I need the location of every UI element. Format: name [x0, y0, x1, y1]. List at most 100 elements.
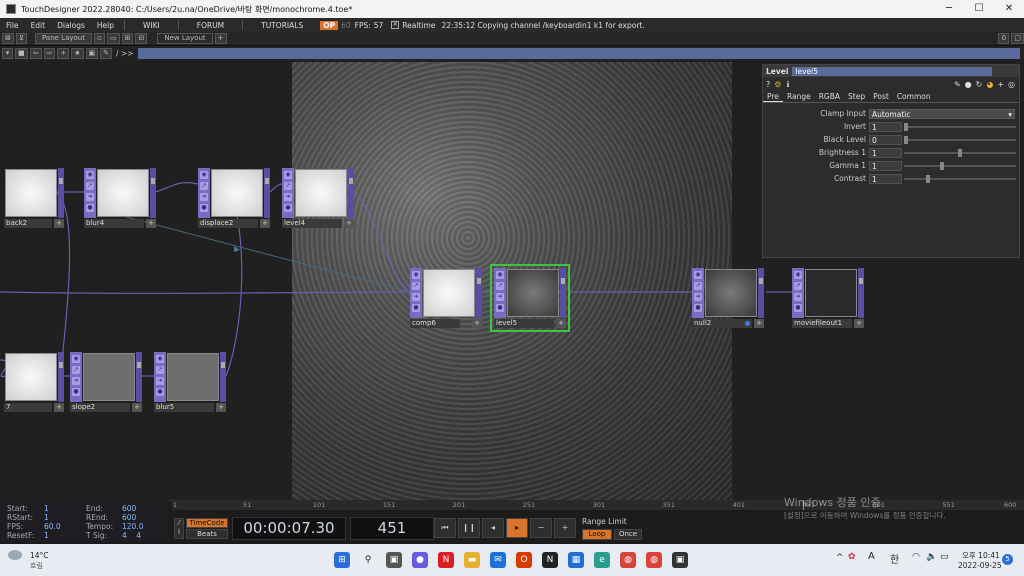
- tab-post[interactable]: Post: [869, 92, 893, 101]
- add-icon[interactable]: +: [57, 47, 70, 59]
- viewer-icon[interactable]: ◉: [794, 271, 802, 279]
- step-plus-icon[interactable]: +: [554, 518, 576, 538]
- edit-icon[interactable]: ✎: [100, 47, 113, 59]
- invert-field[interactable]: 1: [869, 121, 902, 132]
- node-plus-icon[interactable]: +: [216, 403, 226, 412]
- bypass-icon[interactable]: ↗: [200, 182, 208, 190]
- node-plus-icon[interactable]: +: [54, 403, 64, 412]
- node-blur4[interactable]: ◉ ↗ ➔ ● blur4 +: [84, 168, 156, 228]
- grid-2-icon[interactable]: ▭: [106, 33, 120, 44]
- close-icon[interactable]: ✕: [994, 0, 1024, 18]
- play-icon[interactable]: ▸: [506, 518, 528, 538]
- notion-icon[interactable]: N: [542, 552, 558, 568]
- stop-icon[interactable]: ■: [15, 47, 28, 59]
- bypass-icon[interactable]: ↗: [72, 366, 80, 374]
- viewer-icon[interactable]: ◉: [284, 171, 292, 179]
- forum-link[interactable]: FORUM: [183, 21, 238, 30]
- node-blur5[interactable]: ◉ ↗ ➔ ● blur5 +: [154, 352, 226, 412]
- rewind-icon[interactable]: ⏮: [434, 518, 456, 538]
- store-icon[interactable]: ▦: [568, 552, 584, 568]
- step-back-icon[interactable]: ◂: [482, 518, 504, 538]
- touchdesigner-taskbar-icon[interactable]: ▣: [672, 552, 688, 568]
- edge-icon[interactable]: e: [594, 552, 610, 568]
- viewer-icon[interactable]: ◉: [72, 355, 80, 363]
- language-indicator[interactable]: A: [868, 551, 875, 562]
- start-icon[interactable]: ⊞: [334, 552, 350, 568]
- volume-icon[interactable]: 🔈: [926, 552, 937, 562]
- folder-icon[interactable]: ▣: [85, 47, 99, 59]
- path-field[interactable]: [137, 47, 1020, 59]
- star-icon[interactable]: ★: [71, 47, 84, 59]
- battery-icon[interactable]: ▭: [940, 552, 949, 562]
- viewer-icon[interactable]: ◉: [694, 271, 702, 279]
- target-icon[interactable]: ◎: [1008, 80, 1015, 89]
- chrome-profile-icon[interactable]: ◍: [646, 552, 662, 568]
- render-icon[interactable]: ●: [156, 388, 164, 396]
- chevron-up-icon[interactable]: ^: [836, 553, 844, 563]
- add-parameter-icon[interactable]: +: [997, 80, 1004, 89]
- chat-icon[interactable]: ●: [412, 552, 428, 568]
- timeline-lock-icon[interactable]: ⁄ i: [174, 518, 184, 539]
- rstart-value[interactable]: 1: [44, 513, 49, 522]
- grid-1-icon[interactable]: ▫: [93, 33, 105, 44]
- info-icon[interactable]: ℹ: [786, 80, 789, 89]
- fps-value[interactable]: 60.0: [44, 522, 61, 531]
- weather-icon[interactable]: [8, 550, 22, 560]
- node-level4[interactable]: ◉ ↗ ➔ ● level4 +: [282, 168, 354, 228]
- render-icon[interactable]: ●: [86, 204, 94, 212]
- file-explorer-icon[interactable]: ▬: [464, 552, 480, 568]
- contrast-field[interactable]: 1: [869, 173, 902, 184]
- node-null2[interactable]: ◉ ↗ ➔ ● null2 +: [692, 268, 764, 328]
- edit-pencil-icon[interactable]: ✎: [954, 80, 961, 89]
- app-tray-icon[interactable]: ✿: [848, 552, 856, 562]
- maximize-icon[interactable]: ☐: [964, 0, 994, 18]
- display-icon[interactable]: ➔: [412, 293, 420, 301]
- node-moviefileout1[interactable]: ◉ ↗ ➔ ● moviefileout1 +: [792, 268, 864, 328]
- minimize-icon[interactable]: ─: [934, 0, 964, 18]
- timecode-display[interactable]: 00:00:07.30: [232, 517, 346, 540]
- node-plus-icon[interactable]: +: [54, 219, 64, 228]
- pause-icon[interactable]: ❙❙: [458, 518, 480, 538]
- task-view-icon[interactable]: ▣: [386, 552, 402, 568]
- tutorials-link[interactable]: TUTORIALS: [247, 21, 317, 30]
- color-icon[interactable]: ◕: [986, 80, 993, 89]
- bypass-icon[interactable]: ↗: [86, 182, 94, 190]
- black-level-field[interactable]: 0: [869, 134, 902, 145]
- display-icon[interactable]: ➔: [284, 193, 292, 201]
- display-icon[interactable]: ➔: [86, 193, 94, 201]
- tab-pre[interactable]: Pre: [763, 92, 783, 102]
- render-icon[interactable]: ●: [412, 304, 420, 312]
- pane-layout-button[interactable]: Pane Layout: [35, 33, 92, 44]
- realtime-checkbox[interactable]: ✕: [391, 21, 400, 29]
- invert-slider[interactable]: [904, 122, 1016, 131]
- tempo-value[interactable]: 120.0: [122, 522, 143, 531]
- menu-file[interactable]: File: [0, 21, 25, 30]
- clock-date[interactable]: 2022-09-25: [958, 561, 1002, 570]
- contrast-slider[interactable]: [904, 174, 1016, 183]
- loop-toggle[interactable]: Loop: [582, 529, 612, 540]
- node-comp6[interactable]: ◉ ↗ ➔ ● comp6 +: [410, 268, 482, 328]
- viewer-icon[interactable]: ◉: [86, 171, 94, 179]
- tab-common[interactable]: Common: [893, 92, 935, 101]
- grid-4-icon[interactable]: ⊟: [135, 33, 148, 44]
- wiki-link[interactable]: WIKI: [129, 21, 174, 30]
- frame-display[interactable]: 451: [350, 517, 434, 540]
- end-value[interactable]: 600: [122, 504, 136, 513]
- node-plus-icon[interactable]: +: [854, 319, 864, 328]
- display-icon[interactable]: ➔: [496, 293, 504, 301]
- forward-icon[interactable]: ⇨: [43, 47, 56, 59]
- node-7[interactable]: 7 +: [0, 352, 64, 412]
- network-down-icon[interactable]: ▾: [2, 47, 13, 59]
- node-plus-icon[interactable]: +: [146, 219, 156, 228]
- notification-badge[interactable]: 5: [1002, 554, 1013, 565]
- timecode-toggle[interactable]: TimeCode: [186, 518, 228, 528]
- once-toggle[interactable]: Once: [614, 529, 642, 540]
- pane-export-icon[interactable]: ⊻: [15, 33, 27, 44]
- viewer-icon[interactable]: ◉: [156, 355, 164, 363]
- tab-step[interactable]: Step: [844, 92, 869, 101]
- office-icon[interactable]: O: [516, 552, 532, 568]
- beats-toggle[interactable]: Beats: [186, 529, 228, 539]
- gamma-slider[interactable]: [904, 161, 1016, 170]
- node-plus-icon[interactable]: +: [260, 219, 270, 228]
- bypass-icon[interactable]: ↗: [694, 282, 702, 290]
